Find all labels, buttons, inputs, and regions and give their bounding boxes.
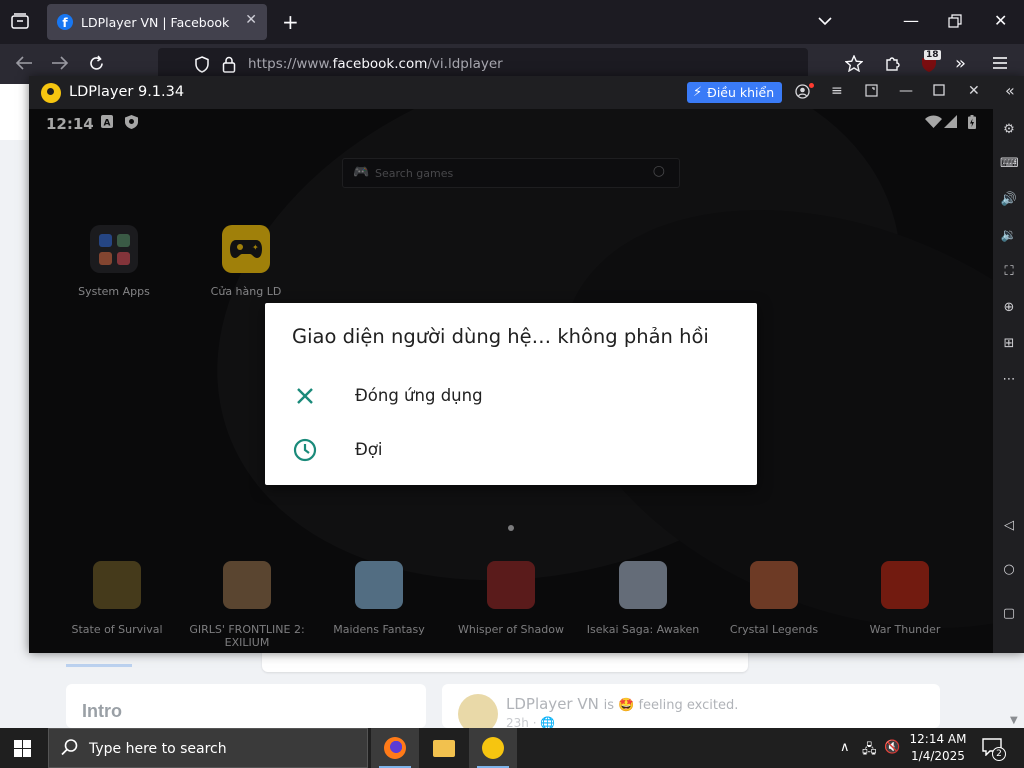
browser-tab-facebook[interactable]: f LDPlayer VN | Facebook ✕ bbox=[47, 4, 267, 40]
restore-window-icon[interactable] bbox=[948, 14, 962, 31]
ld-minimize-icon[interactable]: — bbox=[899, 84, 913, 98]
clock-time: 12:14 AM bbox=[909, 732, 967, 746]
new-tab-icon[interactable]: + bbox=[282, 12, 299, 32]
android-screen: 12:14 A 🎮 Search games ○ System Apps ✦ C… bbox=[29, 109, 993, 653]
settings-gear-icon[interactable]: ⚙ bbox=[1000, 121, 1018, 139]
volume-muted-icon[interactable]: 🔇 bbox=[884, 740, 900, 755]
close-app-option[interactable]: Đóng ứng dụng bbox=[265, 371, 757, 421]
more-options-icon[interactable]: ⋯ bbox=[1000, 371, 1018, 389]
wait-label: Đợi bbox=[355, 440, 383, 459]
collapse-sidebar-icon[interactable]: « bbox=[1005, 83, 1015, 99]
active-tab-underline bbox=[66, 664, 132, 667]
taskbar-ldplayer[interactable] bbox=[469, 728, 517, 768]
ldplayer-icon bbox=[482, 737, 504, 759]
taskbar-clock[interactable]: 12:14 AM 1/4/2025 bbox=[900, 731, 976, 765]
taskbar-file-explorer[interactable] bbox=[420, 728, 468, 768]
scroll-down-arrow-icon[interactable]: ▼ bbox=[1010, 715, 1018, 726]
extension-badge: 18 bbox=[924, 50, 941, 60]
more-tools-chevrons-icon[interactable]: » bbox=[955, 55, 966, 73]
ldplayer-title: LDPlayer 9.1.34 bbox=[69, 84, 185, 100]
hamburger-menu-icon[interactable] bbox=[993, 56, 1007, 72]
list-tabs-chevron-down-icon[interactable] bbox=[818, 13, 832, 29]
ld-maximize-icon[interactable] bbox=[933, 84, 945, 99]
keyboard-mapping-icon[interactable]: ⌨ bbox=[1000, 155, 1019, 173]
install-apk-icon[interactable]: ⊕ bbox=[1000, 299, 1018, 317]
reload-icon[interactable] bbox=[88, 55, 105, 75]
minimize-window-icon[interactable]: — bbox=[903, 13, 919, 29]
lock-icon[interactable] bbox=[222, 56, 236, 76]
tab-overview-icon[interactable] bbox=[11, 13, 29, 32]
bookmark-star-icon[interactable] bbox=[844, 54, 864, 75]
facebook-favicon-icon: f bbox=[57, 14, 73, 30]
close-window-icon[interactable]: ✕ bbox=[994, 13, 1007, 29]
taskbar-search-placeholder: Type here to search bbox=[89, 741, 227, 757]
post-author[interactable]: LDPlayer VN is 🤩 feeling excited. bbox=[506, 695, 738, 713]
notification-dot bbox=[809, 83, 814, 88]
dialog-title: Giao diện người dùng hệ… không phản hồi bbox=[292, 325, 709, 348]
control-button-label: Điều khiển bbox=[707, 85, 775, 100]
taskbar-search[interactable]: Type here to search bbox=[48, 728, 368, 768]
menu-icon[interactable]: ≡ bbox=[831, 84, 843, 98]
intro-heading: Intro bbox=[82, 701, 122, 721]
android-home-icon[interactable]: ○ bbox=[1000, 561, 1018, 579]
extensions-puzzle-icon[interactable] bbox=[884, 55, 901, 75]
show-hidden-icons-chevron-icon[interactable]: ∧ bbox=[840, 740, 850, 755]
control-button[interactable]: ⚡ Điều khiển bbox=[687, 82, 783, 103]
close-app-label: Đóng ứng dụng bbox=[355, 386, 483, 405]
volume-up-icon[interactable]: 🔊 bbox=[1000, 191, 1018, 209]
ldplayer-logo-icon bbox=[41, 83, 61, 103]
add-instance-icon[interactable]: ⊞ bbox=[1000, 335, 1018, 353]
android-recents-icon[interactable]: ▢ bbox=[1000, 605, 1018, 623]
search-icon bbox=[61, 738, 79, 761]
ldplayer-sidebar: ⚙ ⌨ 🔊 🔉 ⛶ ⊕ ⊞ ⋯ ◁ ○ ▢ bbox=[993, 109, 1024, 653]
close-x-icon bbox=[292, 383, 318, 409]
forward-arrow-icon[interactable] bbox=[51, 55, 69, 74]
back-arrow-icon[interactable] bbox=[15, 55, 33, 74]
screen-fit-icon[interactable] bbox=[865, 84, 878, 100]
lightning-icon: ⚡ bbox=[693, 85, 703, 100]
android-back-icon[interactable]: ◁ bbox=[1000, 517, 1018, 535]
windows-start-icon[interactable] bbox=[14, 740, 31, 757]
wait-option[interactable]: Đợi bbox=[265, 425, 757, 475]
clock-icon bbox=[292, 437, 318, 463]
notification-count: 2 bbox=[992, 747, 1006, 761]
taskbar-firefox[interactable] bbox=[371, 728, 419, 768]
browser-tab-bar: f LDPlayer VN | Facebook ✕ + — ✕ bbox=[0, 0, 1024, 44]
tab-title: LDPlayer VN | Facebook bbox=[81, 14, 230, 30]
clock-date: 1/4/2025 bbox=[911, 749, 965, 763]
firefox-icon bbox=[384, 737, 406, 759]
ldplayer-window: LDPlayer 9.1.34 ⚡ Điều khiển ≡ — ✕ « 12:… bbox=[29, 76, 1024, 653]
notification-center-icon[interactable]: 2 bbox=[982, 738, 1006, 761]
not-responding-dialog: Giao diện người dùng hệ… không phản hồi … bbox=[265, 303, 757, 485]
url-text: https://www.facebook.com/vi.ldplayer bbox=[248, 56, 503, 72]
tracking-shield-icon[interactable] bbox=[194, 56, 210, 76]
network-icon[interactable]: 🖧 bbox=[862, 740, 877, 762]
volume-down-icon[interactable]: 🔉 bbox=[1000, 227, 1018, 245]
close-tab-icon[interactable]: ✕ bbox=[245, 12, 257, 28]
account-icon[interactable] bbox=[795, 84, 810, 102]
windows-taskbar: Type here to search ∧ 🖧 🔇 12:14 AM 1/4/2… bbox=[0, 728, 1024, 768]
ld-close-icon[interactable]: ✕ bbox=[968, 84, 980, 98]
ldplayer-title-bar: LDPlayer 9.1.34 ⚡ Điều khiển ≡ — ✕ « bbox=[29, 76, 1024, 109]
folder-icon bbox=[433, 740, 455, 757]
screenshot-icon[interactable]: ⛶ bbox=[1000, 263, 1018, 281]
